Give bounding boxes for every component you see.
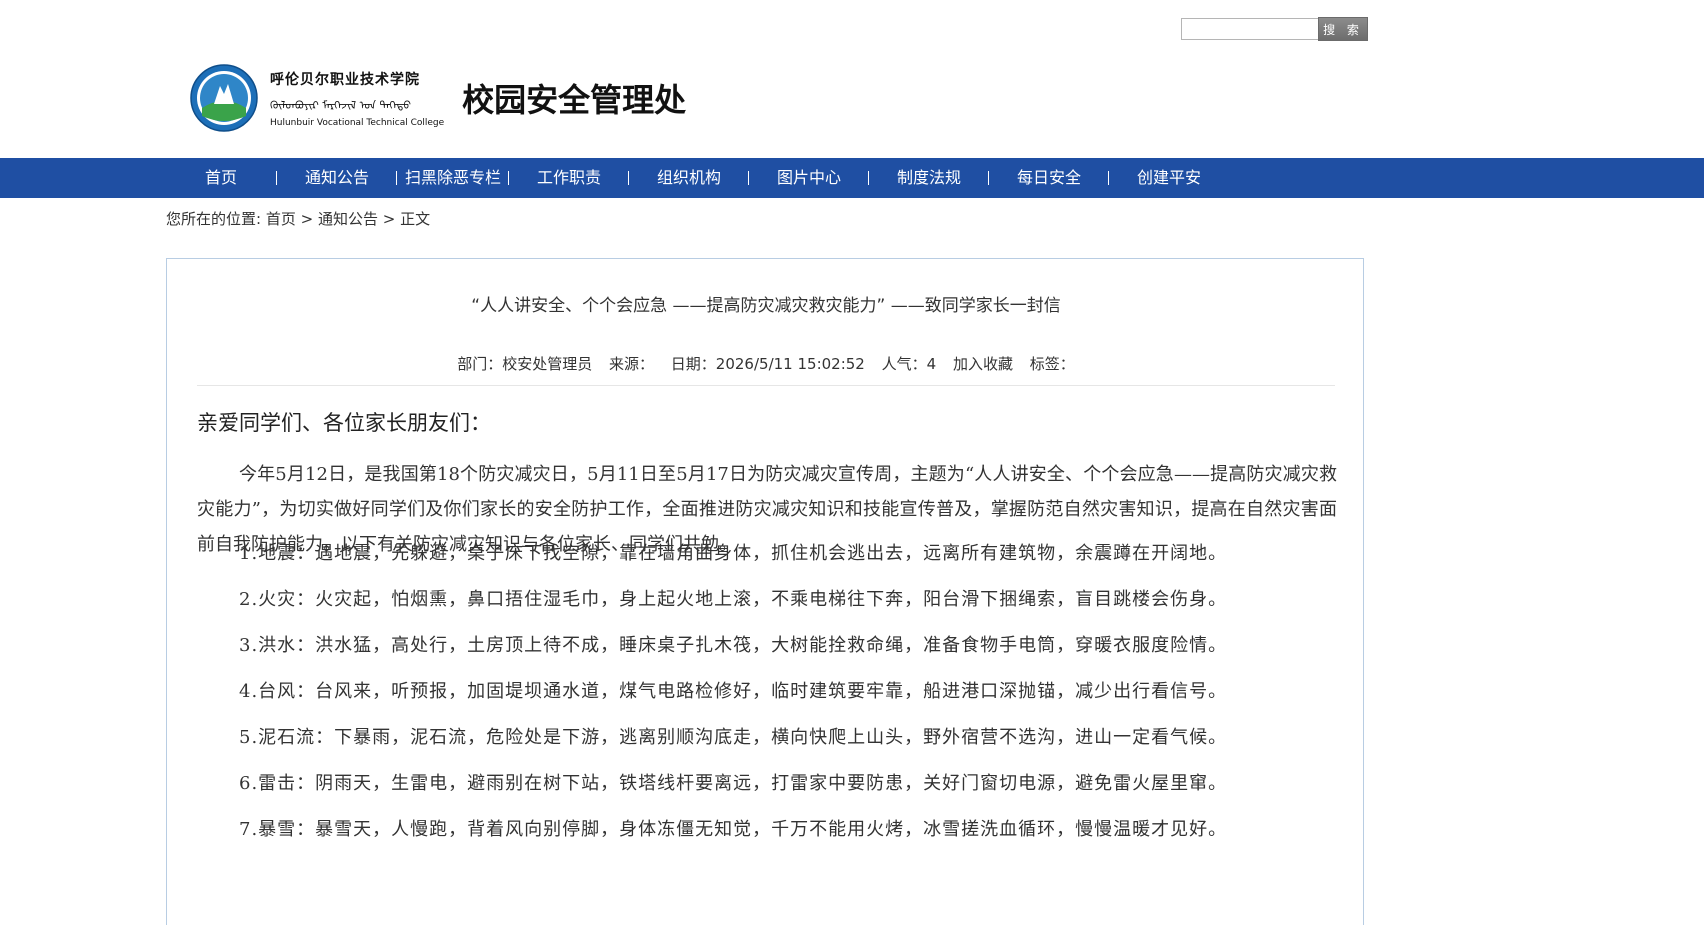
main-nav: 首页 通知公告 扫黑除恶专栏 工作职责 组织机构 图片中心 制度法规 每日安全 … <box>0 158 1704 198</box>
list-item: 3.洪水：洪水猛，高处行，土房顶上待不成，睡床桌子扎木筏，大树能拴救命绳，准备食… <box>239 635 1228 656</box>
article-container: “人人讲安全、个个会应急 ——提高防灾减灾救灾能力” ——致同学家长一封信 部门… <box>166 258 1364 925</box>
list-item: 7.暴雪：暴雪天，人慢跑，背着风向别停脚，身体冻僵无知觉，千万不能用火烤，冰雪搓… <box>239 819 1228 840</box>
college-name-en: Hulunbuir Vocational Technical College <box>270 117 445 128</box>
meta-date: 日期：2026/5/11 15:02:52 <box>670 355 865 373</box>
breadcrumb-separator: > <box>377 210 401 228</box>
nav-item-daily-safety[interactable]: 每日安全 <box>989 158 1109 198</box>
header-logo[interactable]: 呼伦贝尔职业技术学院 ᠬᠥᠯᠥᠨᠪᠤᠶᠢᠷ ᠮᠡᠷᠭᠡᠵᠢᠯ ᠤᠨ ᠳᠡᠭᠡᠳᠦ… <box>190 64 686 132</box>
breadcrumb: 您所在的位置: 首页 > 通知公告 > 正文 <box>166 208 430 229</box>
meta-department: 部门：校安处管理员 <box>457 355 593 373</box>
page: 搜 索 呼伦贝尔职业技术学院 ᠬᠥᠯᠥᠨᠪᠤᠶᠢᠷ ᠮᠡᠷᠭᠡᠵᠢᠯ ᠤᠨ ᠳᠡ… <box>0 0 1704 925</box>
college-name-block: 呼伦贝尔职业技术学院 ᠬᠥᠯᠥᠨᠪᠤᠶᠢᠷ ᠮᠡᠷᠭᠡᠵᠢᠯ ᠤᠨ ᠳᠡᠭᠡᠳᠦ… <box>270 64 444 132</box>
meta-source: 来源： <box>609 355 655 373</box>
article-meta: 部门：校安处管理员 来源： 日期：2026/5/11 15:02:52 人气：4… <box>167 353 1365 374</box>
breadcrumb-section-link[interactable]: 通知公告 <box>318 210 378 228</box>
nav-item-create-safety[interactable]: 创建平安 <box>1109 158 1229 198</box>
article-title: “人人讲安全、个个会应急 ——提高防灾减灾救灾能力” ——致同学家长一封信 <box>471 296 1061 316</box>
list-item: 6.雷击：阴雨天，生雷电，避雨别在树下站，铁塔线杆要离远，打雷家中要防患，关好门… <box>239 773 1228 794</box>
list-item: 4.台风：台风来，听预报，加固堤坝通水道，煤气电路检修好，临时建筑要牢靠，船进港… <box>239 681 1228 702</box>
college-name-mongolian: ᠬᠥᠯᠥᠨᠪᠤᠶᠢᠷ ᠮᠡᠷᠭᠡᠵᠢᠯ ᠤᠨ ᠳᠡᠭᠡᠳᠦ <box>270 98 412 112</box>
search-bar: 搜 索 <box>1181 17 1368 41</box>
search-input[interactable] <box>1181 18 1319 40</box>
list-item: 5.泥石流：下暴雨，泥石流，危险处是下游，逃离别顺沟底走，横向快爬上山头，野外宿… <box>239 727 1228 748</box>
meta-views: 人气：4 <box>881 355 937 373</box>
add-favorite-link[interactable]: 加入收藏 <box>953 355 1013 373</box>
main-nav-items: 首页 通知公告 扫黑除恶专栏 工作职责 组织机构 图片中心 制度法规 每日安全 … <box>165 158 1229 198</box>
breadcrumb-separator: > <box>295 210 318 228</box>
nav-item-organization[interactable]: 组织机构 <box>629 158 749 198</box>
article-greeting: 亲爱同学们、各位家长朋友们： <box>197 411 491 435</box>
search-button[interactable]: 搜 索 <box>1318 17 1368 41</box>
nav-item-notices[interactable]: 通知公告 <box>277 158 397 198</box>
nav-item-home[interactable]: 首页 <box>165 158 277 198</box>
breadcrumb-current: 正文 <box>400 210 431 228</box>
department-title: 校园安全管理处 <box>462 81 687 119</box>
list-item: 2.火灾：火灾起，怕烟熏，鼻口捂住湿毛巾，身上起火地上滚，不乘电梯往下奔，阳台滑… <box>239 589 1228 610</box>
breadcrumb-home-link[interactable]: 首页 <box>266 210 296 228</box>
list-item: 1.地震：遇地震，先躲避，桌子床下找空隙，靠在墙角曲身体，抓住机会逃出去，远离所… <box>239 543 1228 564</box>
breadcrumb-prefix: 您所在的位置: <box>166 210 262 228</box>
college-emblem-icon <box>190 64 258 132</box>
nav-item-duties[interactable]: 工作职责 <box>509 158 629 198</box>
nav-item-regulations[interactable]: 制度法规 <box>869 158 989 198</box>
nav-item-pictures[interactable]: 图片中心 <box>749 158 869 198</box>
meta-divider <box>197 385 1335 386</box>
meta-tags: 标签： <box>1029 355 1075 373</box>
college-name-cn: 呼伦贝尔职业技术学院 <box>270 71 420 88</box>
nav-item-anti-crime[interactable]: 扫黑除恶专栏 <box>397 158 509 198</box>
